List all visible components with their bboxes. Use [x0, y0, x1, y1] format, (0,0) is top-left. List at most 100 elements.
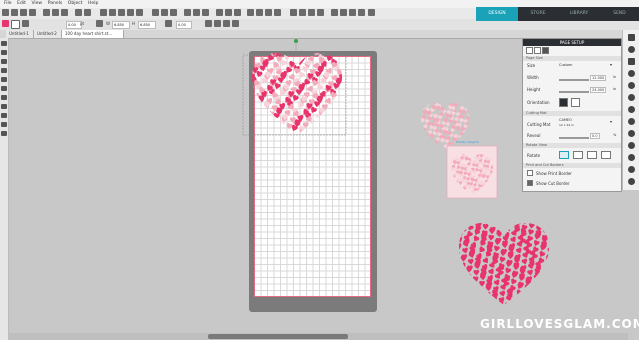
rotate-270-icon[interactable] — [601, 151, 611, 159]
show-print-border-checkbox[interactable] — [527, 170, 533, 176]
small-heart-shape — [469, 285, 478, 294]
small-heart-shape — [459, 227, 466, 236]
small-heart-shape — [254, 100, 262, 108]
small-heart-shape — [465, 266, 473, 273]
small-heart-shape — [544, 302, 549, 305]
chevron-down-icon[interactable]: ▾ — [610, 119, 612, 124]
reveal-slider[interactable] — [559, 137, 589, 139]
small-heart-shape — [545, 289, 549, 297]
offset-panel-icon[interactable] — [628, 142, 635, 149]
small-heart-shape — [421, 138, 422, 143]
page-setup-icon[interactable] — [628, 34, 635, 41]
size-label: Size — [527, 63, 536, 68]
small-heart-shape — [540, 274, 549, 283]
small-heart-shape — [546, 282, 549, 290]
small-heart-shape — [464, 272, 472, 280]
small-heart-shape — [341, 98, 342, 107]
small-heart-shape — [335, 106, 342, 114]
small-heart-shape — [540, 271, 548, 280]
small-heart-shape — [464, 132, 469, 139]
small-heart-shape — [423, 136, 429, 141]
small-heart-shape — [258, 94, 266, 102]
small-heart-shape — [331, 112, 339, 120]
background-tab-icon[interactable] — [542, 47, 549, 54]
portrait-icon[interactable] — [559, 98, 568, 107]
landscape-icon[interactable] — [571, 98, 580, 107]
layers-panel-icon[interactable] — [628, 166, 635, 173]
show-print-border-label: Show Print Border — [536, 171, 572, 176]
small-heart-shape — [296, 89, 302, 96]
small-heart-shape — [426, 141, 432, 148]
small-heart-shape — [432, 145, 438, 150]
rotate-handle — [294, 39, 298, 43]
small-heart-shape — [466, 293, 475, 302]
small-heart-shape — [497, 303, 505, 305]
small-heart-shape — [470, 110, 475, 115]
reveal-input[interactable]: 0.0 — [590, 133, 600, 139]
small-heart-shape — [474, 300, 483, 305]
small-heart-shape — [337, 89, 342, 97]
rotate-90-icon[interactable] — [573, 151, 583, 159]
small-heart-shape — [329, 53, 337, 56]
small-heart-shape — [542, 227, 549, 235]
send-panel-icon[interactable] — [628, 58, 635, 65]
small-heart-shape — [415, 98, 421, 104]
small-heart-shape — [327, 118, 336, 127]
small-heart-shape — [461, 110, 467, 115]
small-heart-shape — [459, 295, 468, 304]
small-heart-shape — [477, 245, 486, 254]
fill-color-icon[interactable] — [628, 70, 635, 77]
small-heart-shape — [341, 56, 342, 63]
design-library-icon[interactable] — [628, 46, 635, 53]
section-cutting-mat: Cutting Mat — [523, 111, 621, 116]
small-heart-shape — [252, 102, 255, 111]
transform-panel-icon[interactable] — [628, 106, 635, 113]
width-input[interactable]: 12.000 — [590, 75, 607, 81]
small-heart-shape — [511, 299, 520, 305]
small-heart-shape — [491, 294, 498, 301]
small-heart-shape — [459, 271, 465, 280]
favorites-star-icon[interactable] — [628, 178, 635, 185]
chevron-down-icon[interactable]: ▾ — [610, 62, 612, 67]
small-heart-shape — [513, 223, 522, 225]
scrollbar-thumb[interactable] — [208, 334, 348, 339]
small-heart-shape — [493, 245, 501, 253]
text-style-icon[interactable] — [628, 94, 635, 101]
small-heart-shape — [332, 82, 340, 90]
small-heart-shape — [310, 122, 319, 131]
small-heart-shape — [263, 116, 272, 125]
small-heart-shape — [493, 279, 501, 287]
small-heart-shape — [477, 287, 485, 294]
width-slider[interactable] — [559, 79, 589, 81]
small-heart-shape — [528, 302, 536, 305]
small-heart-shape — [459, 297, 460, 305]
modify-panel-icon[interactable] — [628, 130, 635, 137]
small-heart-shape — [470, 283, 478, 291]
grid-tab-icon[interactable] — [534, 47, 541, 54]
small-heart-shape — [421, 131, 426, 138]
line-color-icon[interactable] — [628, 82, 635, 89]
small-heart-shape — [252, 106, 258, 115]
rotate-180-icon[interactable] — [587, 151, 597, 159]
height-input[interactable]: 24.000 — [590, 87, 607, 93]
height-slider[interactable] — [559, 91, 589, 93]
small-heart-shape — [461, 282, 470, 291]
replicate-panel-icon[interactable] — [628, 118, 635, 125]
size-select[interactable]: Custom — [559, 63, 572, 67]
show-cut-border-checkbox[interactable] — [527, 180, 533, 186]
small-heart-shape — [474, 296, 483, 305]
small-heart-shape — [509, 235, 518, 244]
small-heart-shape — [529, 296, 537, 304]
small-heart-shape — [532, 239, 540, 248]
page-setup-tab-icon[interactable] — [526, 47, 533, 54]
small-heart-shape — [427, 138, 434, 145]
trace-panel-icon[interactable] — [628, 154, 635, 161]
small-heart-shape — [333, 53, 341, 60]
small-heart-shape — [252, 85, 256, 94]
cutting-mat-select[interactable]: CAMEO — [559, 118, 572, 122]
small-heart-shape — [314, 113, 323, 122]
small-heart-shape — [335, 121, 342, 130]
small-heart-shape — [263, 102, 271, 109]
rotate-0-icon[interactable] — [559, 151, 569, 159]
small-heart-shape — [460, 255, 467, 262]
